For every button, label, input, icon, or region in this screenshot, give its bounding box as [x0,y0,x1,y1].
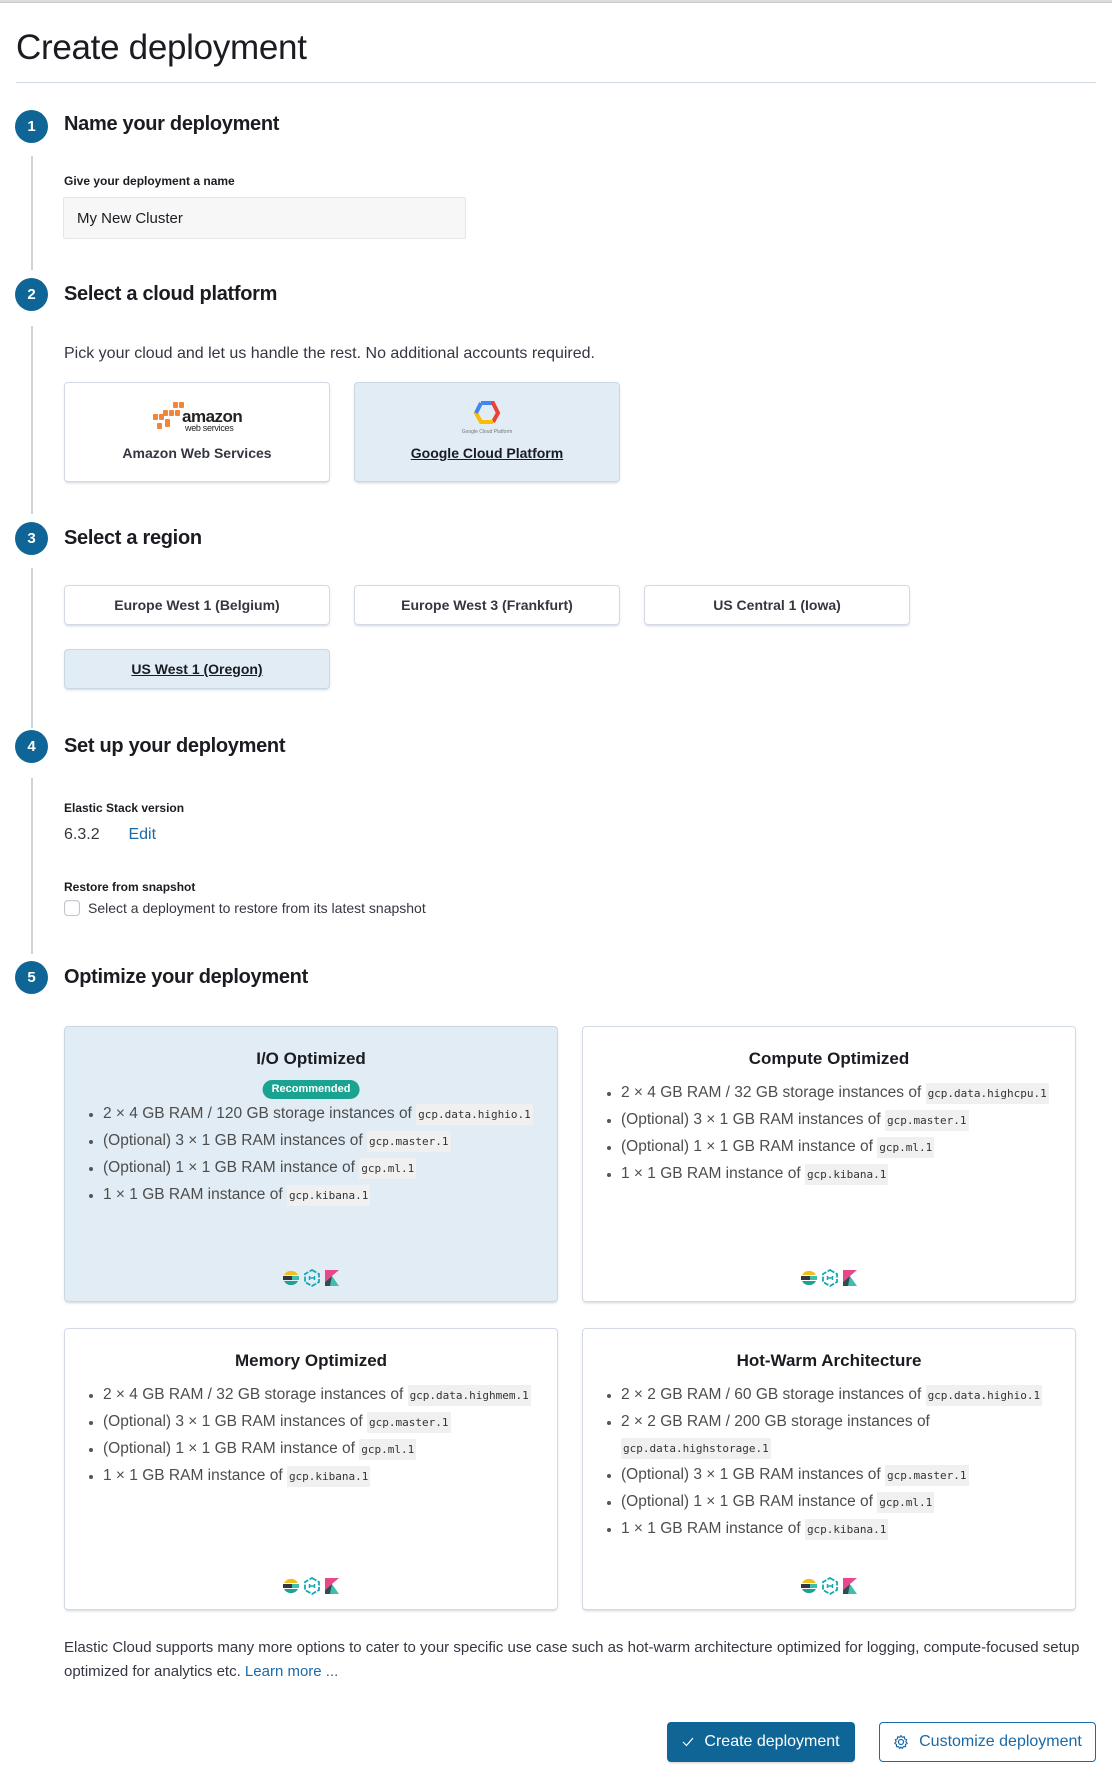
deployment-name-label: Give your deployment a name [64,174,235,188]
deployment-name-input[interactable] [63,197,466,239]
region-option-europe-west-3[interactable]: Europe West 3 (Frankfurt) [354,585,620,625]
spec-item: 2 × 4 GB RAM / 32 GB storage instances o… [103,1382,543,1409]
create-deployment-label: Create deployment [704,1733,840,1750]
template-title: Memory Optimized [234,1351,388,1370]
step-number-1: 1 [15,110,48,143]
aws-logo: amazon web services [65,401,329,435]
stack-version-value: 6.3.2 [64,826,100,843]
learn-more-link[interactable]: Learn more ... [245,1663,338,1680]
step-number-5: 5 [15,961,48,994]
step-number-4: 4 [15,730,48,763]
kibana-icon [324,1577,340,1595]
top-border [0,0,1112,3]
restore-snapshot-option[interactable]: Select a deployment to restore from its … [64,900,426,916]
kibana-icon [324,1269,340,1287]
step-title-name: Name your deployment [64,113,280,135]
elasticsearch-icon [800,1269,818,1287]
spec-item: 1 × 1 GB RAM instance of gcp.kibana.1 [103,1463,543,1490]
step-connector [31,156,33,270]
spec-item: (Optional) 1 × 1 GB RAM instance of gcp.… [621,1489,1061,1516]
customize-deployment-button[interactable]: Customize deployment [879,1722,1096,1762]
elasticsearch-icon [282,1577,300,1595]
elasticsearch-icon [282,1269,300,1287]
step-title-setup: Set up your deployment [64,735,286,757]
spec-item: 1 × 1 GB RAM instance of gcp.kibana.1 [621,1516,1061,1543]
template-spec-list: 2 × 2 GB RAM / 60 GB storage instances o… [605,1382,1061,1543]
template-spec-list: 2 × 4 GB RAM / 32 GB storage instances o… [605,1080,1061,1188]
elasticsearch-icon [800,1577,818,1595]
spec-item: (Optional) 1 × 1 GB RAM instance of gcp.… [621,1134,1061,1161]
region-option-label: Europe West 3 (Frankfurt) [401,597,573,613]
gcp-logo: Google Cloud Platform [355,401,619,435]
template-title: Compute Optimized [748,1049,910,1068]
machine-learning-icon [821,1269,839,1287]
template-card-compute-optimized[interactable]: Compute Optimized 2 × 4 GB RAM / 32 GB s… [582,1026,1076,1302]
cloud-option-label: Google Cloud Platform [410,445,564,461]
restore-snapshot-checkbox-label: Select a deployment to restore from its … [88,900,426,916]
create-deployment-button[interactable]: Create deployment [667,1722,855,1762]
check-icon [682,1737,694,1747]
template-spec-list: 2 × 4 GB RAM / 120 GB storage instances … [87,1101,543,1209]
cloud-option-aws[interactable]: amazon web services Amazon Web Services [64,382,330,482]
stack-version-label: Elastic Stack version [64,801,185,815]
title-divider [16,82,1096,83]
spec-item: (Optional) 3 × 1 GB RAM instances of gcp… [103,1409,543,1436]
restore-snapshot-checkbox[interactable] [64,900,80,916]
region-option-label: US Central 1 (Iowa) [713,597,841,613]
stack-icons [65,1269,557,1287]
machine-learning-icon [303,1577,321,1595]
region-option-us-west-1[interactable]: US West 1 (Oregon) [64,649,330,689]
template-card-io-optimized[interactable]: I/O Optimized Recommended 2 × 4 GB RAM /… [64,1026,558,1302]
stack-version-row: 6.3.2 Edit [64,826,156,844]
stack-icons [65,1577,557,1595]
template-title: Hot-Warm Architecture [736,1351,922,1370]
machine-learning-icon [821,1577,839,1595]
spec-item: (Optional) 1 × 1 GB RAM instance of gcp.… [103,1436,543,1463]
spec-item: 2 × 2 GB RAM / 60 GB storage instances o… [621,1382,1061,1409]
kibana-icon [842,1269,858,1287]
step-connector [31,326,33,514]
template-card-hot-warm[interactable]: Hot-Warm Architecture 2 × 2 GB RAM / 60 … [582,1328,1076,1610]
template-card-memory-optimized[interactable]: Memory Optimized 2 × 4 GB RAM / 32 GB st… [64,1328,558,1610]
spec-item: 2 × 4 GB RAM / 32 GB storage instances o… [621,1080,1061,1107]
cloud-description: Pick your cloud and let us handle the re… [64,345,595,362]
stack-icons [583,1577,1075,1595]
step-title-region: Select a region [64,527,202,549]
edit-version-link[interactable]: Edit [128,826,156,843]
step-connector [31,778,33,954]
gear-icon [893,1734,909,1750]
kibana-icon [842,1577,858,1595]
region-option-label: US West 1 (Oregon) [131,661,263,677]
template-title: I/O Optimized [256,1049,366,1068]
spec-item: 2 × 4 GB RAM / 120 GB storage instances … [103,1101,543,1128]
step-title-cloud: Select a cloud platform [64,283,278,305]
step-number-3: 3 [15,522,48,555]
recommended-badge: Recommended [262,1080,360,1099]
region-option-europe-west-1[interactable]: Europe West 1 (Belgium) [64,585,330,625]
svg-text:Google Cloud Platform: Google Cloud Platform [462,429,513,435]
customize-deployment-label: Customize deployment [919,1733,1082,1750]
svg-text:web services: web services [184,423,234,433]
spec-item: 1 × 1 GB RAM instance of gcp.kibana.1 [621,1161,1061,1188]
more-options-note: Elastic Cloud supports many more options… [64,1636,1094,1684]
machine-learning-icon [303,1269,321,1287]
step-title-optimize: Optimize your deployment [64,966,308,988]
spec-item: (Optional) 3 × 1 GB RAM instances of gcp… [103,1128,543,1155]
spec-item: (Optional) 1 × 1 GB RAM instance of gcp.… [103,1155,543,1182]
spec-item: 1 × 1 GB RAM instance of gcp.kibana.1 [103,1182,543,1209]
stack-icons [583,1269,1075,1287]
cloud-option-gcp[interactable]: Google Cloud Platform Google Cloud Platf… [354,382,620,482]
template-spec-list: 2 × 4 GB RAM / 32 GB storage instances o… [87,1382,543,1490]
more-options-text: Elastic Cloud supports many more options… [64,1639,1080,1680]
spec-item: (Optional) 3 × 1 GB RAM instances of gcp… [621,1107,1061,1134]
cloud-option-label: Amazon Web Services [122,445,272,461]
page-title: Create deployment [16,28,307,67]
spec-item: 2 × 2 GB RAM / 200 GB storage instances … [621,1409,1061,1462]
restore-snapshot-label: Restore from snapshot [64,880,196,894]
step-connector [31,568,33,728]
spec-item: (Optional) 3 × 1 GB RAM instances of gcp… [621,1462,1061,1489]
step-number-2: 2 [15,278,48,311]
region-option-us-central-1[interactable]: US Central 1 (Iowa) [644,585,910,625]
region-option-label: Europe West 1 (Belgium) [114,597,280,613]
